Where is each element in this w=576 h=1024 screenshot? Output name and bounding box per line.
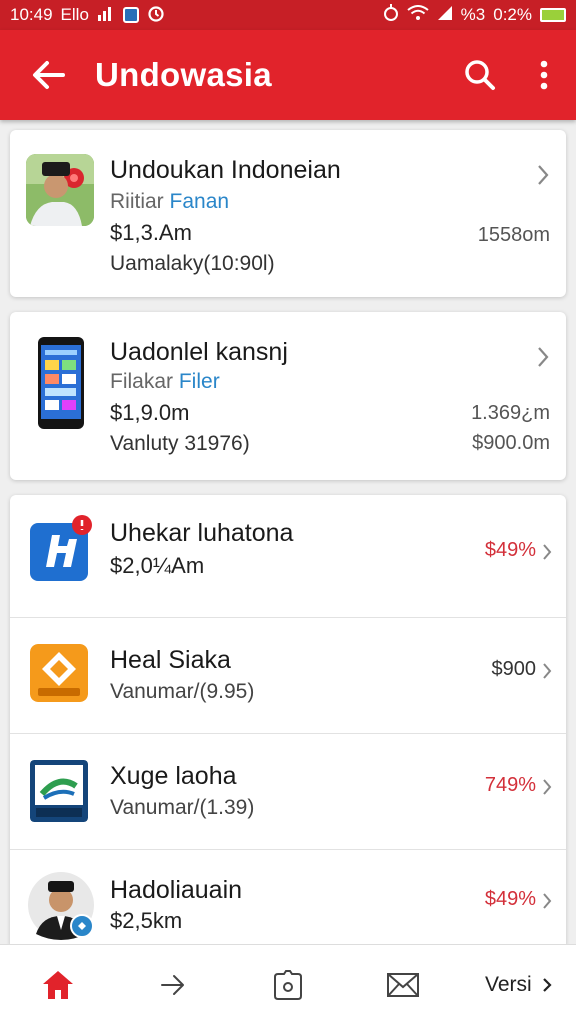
card-right-value-secondary: $900.0m [472, 432, 550, 454]
card-meta: Vanluty 31976) [110, 432, 250, 455]
card-right-value: 1.369¿m [471, 402, 550, 424]
card-price: $1,9.0m [110, 400, 190, 425]
card-title: Uadonlel kansnj [110, 338, 288, 366]
alarm-clock-icon [383, 3, 399, 27]
list-item-value: $900 [491, 658, 537, 680]
nav-camera[interactable] [253, 945, 323, 1024]
home-icon [42, 970, 73, 999]
list-item-subtitle: $2,5km [110, 908, 183, 933]
app-icon-teal [30, 760, 88, 822]
status-left: 10:49 Ello [10, 4, 165, 27]
chevron-right-icon [542, 890, 552, 916]
more-options-button[interactable] [512, 30, 576, 120]
app-bar: Undowasia [0, 30, 576, 120]
card-subtitle-prefix: Filakar [110, 370, 174, 393]
more-vert-icon [540, 60, 548, 90]
battery-icon [540, 8, 566, 22]
card-right-value: 1558om [477, 224, 550, 246]
nav-home[interactable] [23, 945, 93, 1024]
chevron-right-icon [542, 977, 552, 992]
chevron-right-icon [536, 344, 550, 375]
card-subtitle-accent: Fanan [169, 190, 230, 213]
cell-signal-icon [437, 5, 453, 26]
bottom-navigation: Versi [0, 944, 576, 1024]
back-button[interactable] [0, 30, 95, 120]
status-battery-text: 0:2% [493, 5, 532, 24]
search-icon [465, 60, 495, 90]
versi-label: Versi [485, 972, 532, 996]
card-title: Undoukan Indoneian [110, 156, 341, 184]
card-subtitle-prefix: Riitiar [110, 190, 164, 213]
chevron-right-icon [542, 541, 552, 567]
list-item-title: Uhekar luhatona [110, 519, 294, 547]
avatar [26, 154, 94, 226]
list-item-value: $49% [484, 539, 536, 561]
chevron-right-icon [536, 162, 550, 193]
list-item[interactable]: Hadoliauain $2,5km $49% [10, 850, 566, 945]
nav-versi[interactable]: Versi [483, 945, 553, 1024]
list-item-title: Heal Siaka [110, 646, 231, 674]
list-item-title: Hadoliauain [110, 876, 243, 904]
card-price: $1,3.Am [110, 220, 192, 245]
phone-image [37, 336, 85, 430]
wifi-icon [407, 4, 429, 26]
list-item[interactable]: Heal Siaka Vanumar/(9.95) $900 [10, 618, 566, 734]
list-item[interactable]: Uhekar luhatona $2,0¼Am $49% [10, 495, 566, 618]
forward-arrow-icon [160, 974, 184, 995]
list-item-subtitle: $2,0¼Am [110, 553, 205, 578]
list-item[interactable]: Xuge laoha Vanumar/(1.39) 749% [10, 734, 566, 850]
chevron-right-icon [542, 776, 552, 802]
list-item-value: 749% [484, 774, 536, 796]
list-item-value: $49% [484, 888, 536, 910]
card-meta: Uamalaky(10:90l) [110, 252, 275, 275]
card-subtitle: Filakar Filer [110, 370, 220, 394]
app-icon-orange [30, 644, 88, 702]
notification-app-icon [122, 7, 139, 23]
signal-bars-icon [97, 5, 115, 26]
chevron-right-icon [542, 660, 552, 686]
list-item-subtitle: Vanumar/(1.39) [110, 796, 255, 819]
nav-forward[interactable] [138, 945, 208, 1024]
card-subtitle: Riitiar Fanan [110, 190, 229, 214]
list-item-subtitle: Vanumar/(9.95) [110, 680, 255, 703]
status-time: 10:49 [10, 5, 53, 24]
list-item-title: Xuge laoha [110, 762, 237, 790]
status-bar: 10:49 Ello %3 0:2% [0, 0, 576, 30]
status-carrier-text: Ello [60, 5, 89, 24]
listing-card[interactable]: Undoukan Indoneian Riitiar Fanan $1,3.Am… [10, 130, 566, 297]
status-signal-text: %3 [460, 5, 486, 24]
notification-alarm-icon [147, 4, 165, 27]
card-subtitle-accent: Filer [178, 370, 220, 393]
status-right: %3 0:2% [383, 3, 566, 27]
app-icon-blue [30, 515, 92, 581]
camera-icon [273, 969, 302, 1000]
listing-card[interactable]: Uadonlel kansnj Filakar Filer $1,9.0m Va… [10, 312, 566, 480]
search-button[interactable] [448, 30, 512, 120]
page-title: Undowasia [95, 56, 272, 93]
nav-mail[interactable] [368, 945, 438, 1024]
avatar [28, 872, 94, 940]
back-arrow-icon [32, 61, 65, 89]
mail-icon [387, 972, 420, 997]
item-list: Uhekar luhatona $2,0¼Am $49% Heal Siaka … [10, 495, 566, 945]
